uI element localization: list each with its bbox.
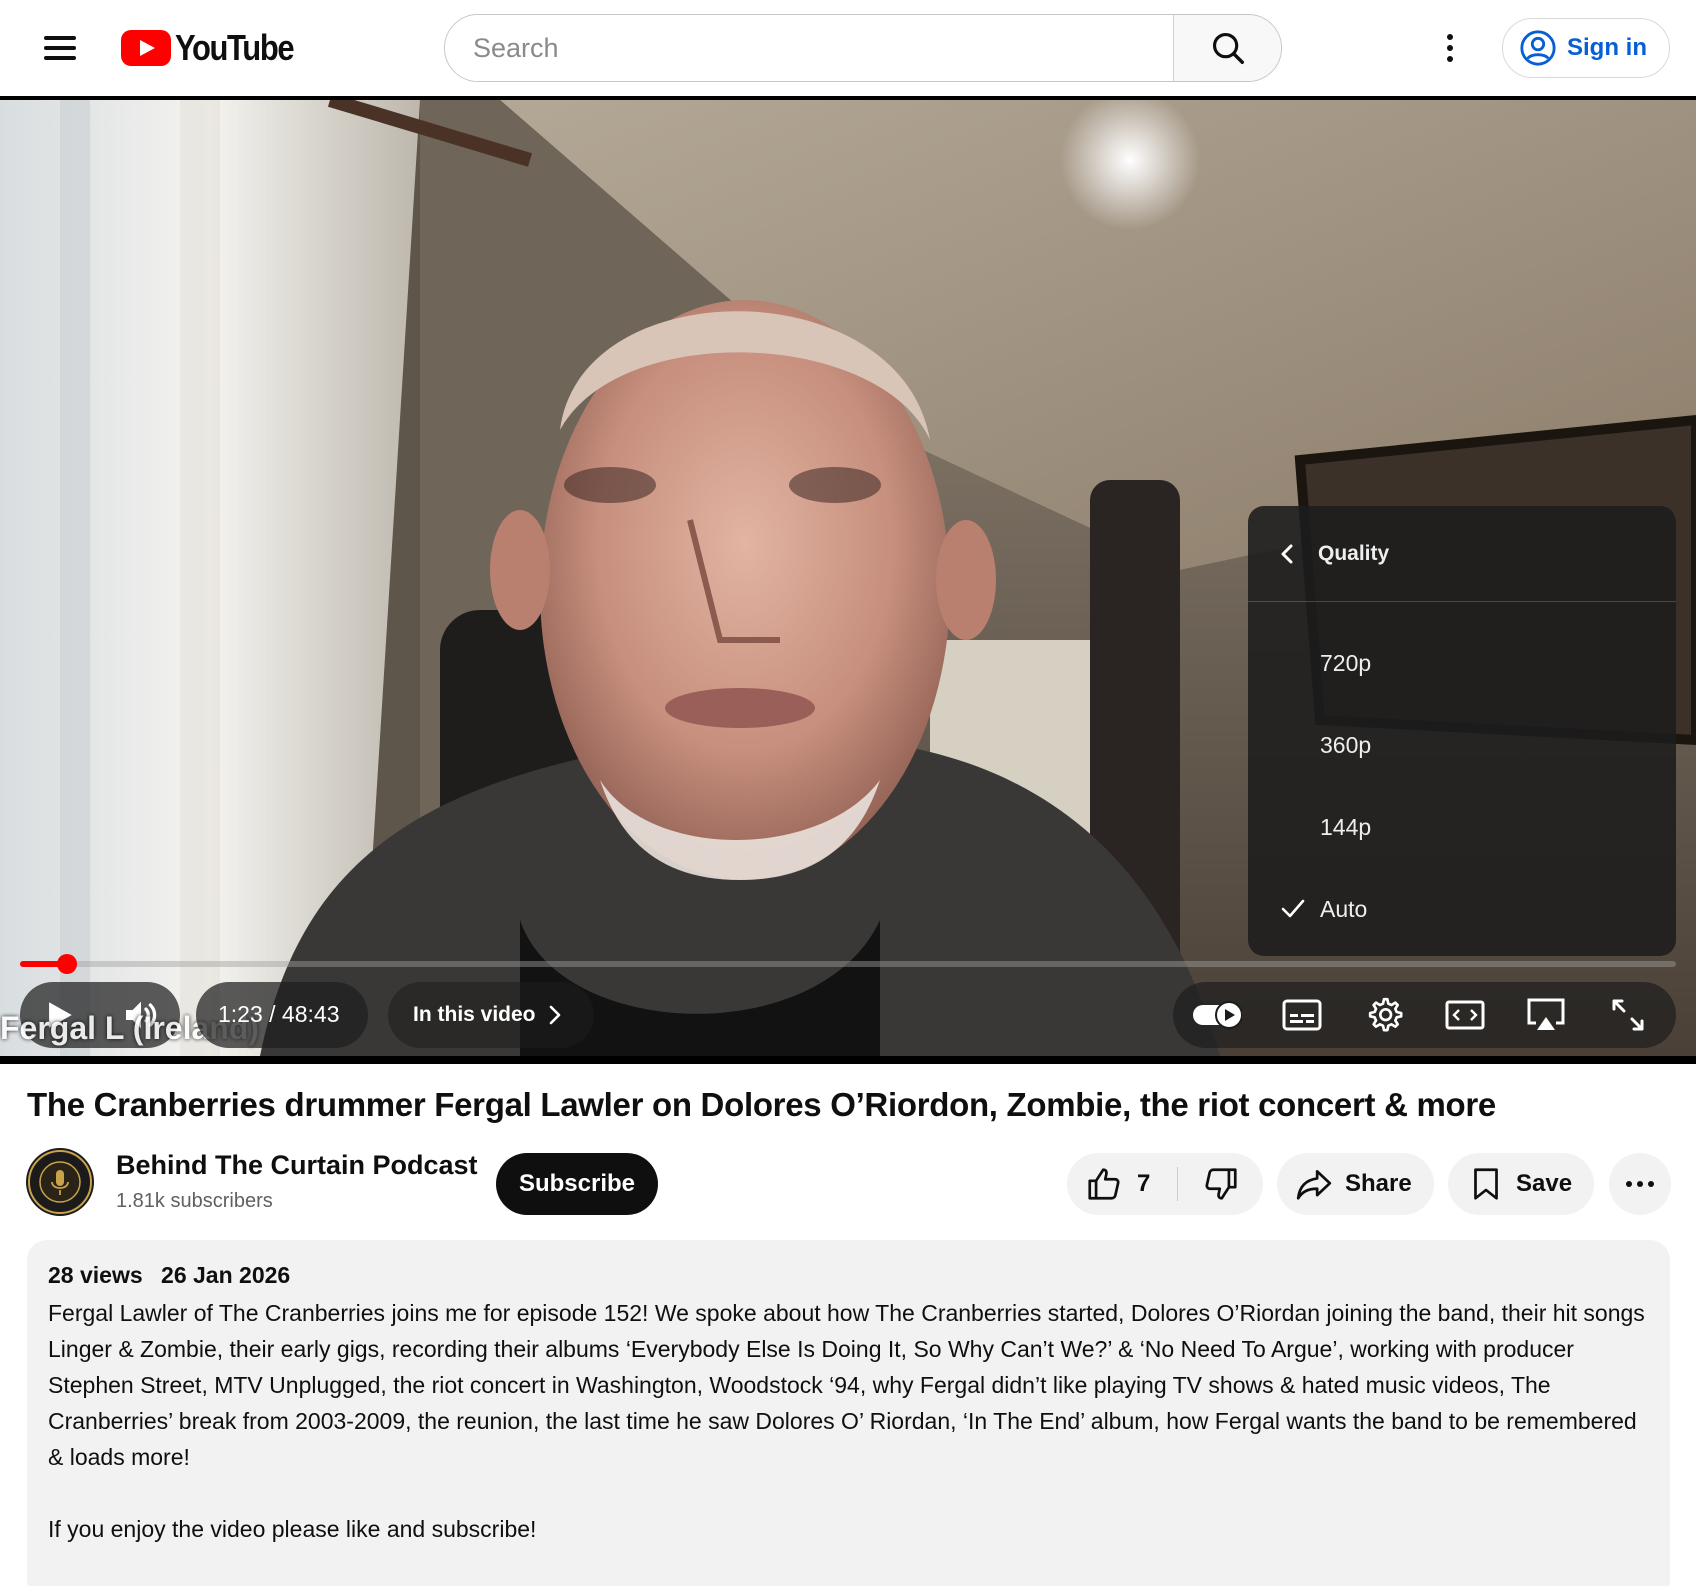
bookmark-icon [1474,1168,1498,1200]
more-actions-button[interactable] [1609,1153,1671,1215]
scrubber-handle[interactable] [57,954,78,974]
chevron-right-icon [549,1005,560,1025]
more-dot [1637,1181,1643,1187]
quality-option-720p[interactable]: 720p [1248,622,1676,704]
thumbs-up-icon [1088,1168,1120,1200]
publish-date: 26 Jan 2026 [161,1262,291,1288]
quality-menu-back-button[interactable]: Quality [1248,506,1676,602]
masthead: YouTube Sign in [0,0,1696,96]
search-icon [1212,32,1244,64]
quality-option-360p[interactable]: 360p [1248,704,1676,786]
chevron-left-icon [1281,544,1293,563]
airplay-button[interactable] [1514,984,1578,1046]
settings-icon [1368,997,1403,1032]
subscribe-button[interactable]: Subscribe [496,1153,658,1215]
search-bar [444,14,1282,82]
quality-option-auto[interactable]: Auto [1248,868,1676,950]
like-divider [1177,1167,1178,1201]
description-box[interactable]: 28 views 26 Jan 2026 Fergal Lawler of Th… [27,1240,1670,1586]
airplay-icon [1527,998,1565,1030]
quality-menu-title: Quality [1318,541,1390,565]
subtitles-icon [1282,999,1322,1031]
like-count: 7 [1137,1170,1151,1197]
guide-menu-button[interactable] [40,32,80,64]
subtitles-button[interactable] [1270,984,1334,1046]
quality-option-label: 720p [1320,649,1372,676]
dislike-button[interactable] [1179,1153,1263,1215]
chapters-label: In this video [413,1003,536,1026]
chapters-button[interactable]: In this video [388,982,594,1048]
quality-option-label: Auto [1320,895,1368,922]
description-body: Fergal Lawler of The Cranberries joins m… [48,1300,1645,1470]
sign-in-button[interactable]: Sign in [1502,18,1670,78]
save-button[interactable]: Save [1448,1153,1594,1215]
view-count: 28 views [48,1262,143,1288]
channel-avatar[interactable] [26,1148,94,1216]
sign-in-label: Sign in [1567,34,1647,61]
quality-option-label: 144p [1320,813,1372,840]
fullscreen-button[interactable] [1596,984,1660,1046]
search-button[interactable] [1173,15,1281,81]
hamburger-bar [44,56,76,60]
like-dislike-group: 7 [1067,1153,1263,1215]
share-button[interactable]: Share [1277,1153,1434,1215]
share-icon [1296,1169,1332,1200]
description-call-to-action: If you enjoy the video please like and s… [48,1516,537,1542]
progress-bar[interactable] [20,954,1676,974]
like-button[interactable]: 7 [1067,1153,1177,1215]
account-circle-icon [1520,30,1556,66]
thumbs-down-icon [1205,1168,1237,1200]
quality-option-label: 360p [1320,731,1372,758]
channel-avatar-logo [27,1149,93,1215]
hamburger-bar [44,36,76,40]
video-player[interactable]: Quality 720p 360p 144p Auto Fergal L (Ir… [0,96,1696,1064]
more-dot [1626,1181,1632,1187]
more-dot [1648,1181,1654,1187]
autoplay-toggle[interactable] [1186,984,1250,1046]
fullscreen-icon [1612,999,1644,1031]
youtube-logo-text: YouTube [175,27,295,68]
search-input[interactable] [445,15,1173,81]
kebab-dot [1447,56,1453,62]
time-display: 1:23 / 48:43 [218,1001,340,1027]
miniplayer-icon [1445,1000,1485,1030]
settings-menu-button[interactable] [1430,28,1470,68]
settings-button[interactable] [1352,984,1416,1046]
video-title: The Cranberries drummer Fergal Lawler on… [27,1086,1496,1123]
kebab-dot [1447,34,1453,40]
share-label: Share [1345,1170,1412,1197]
youtube-logo-icon [121,30,171,66]
subscriber-count: 1.81k subscribers [116,1190,273,1212]
kebab-dot [1447,45,1453,51]
channel-name[interactable]: Behind The Curtain Podcast [116,1150,478,1181]
youtube-logo[interactable]: YouTube [121,27,312,68]
hamburger-bar [44,46,76,50]
check-icon [1281,899,1305,918]
description-meta: 28 views 26 Jan 2026 [48,1262,1649,1289]
save-label: Save [1516,1170,1573,1197]
autoplay-toggle-icon [1193,1001,1243,1029]
quality-menu: Quality 720p 360p 144p Auto [1248,506,1676,956]
quality-option-144p[interactable]: 144p [1248,786,1676,868]
miniplayer-button[interactable] [1433,984,1497,1046]
